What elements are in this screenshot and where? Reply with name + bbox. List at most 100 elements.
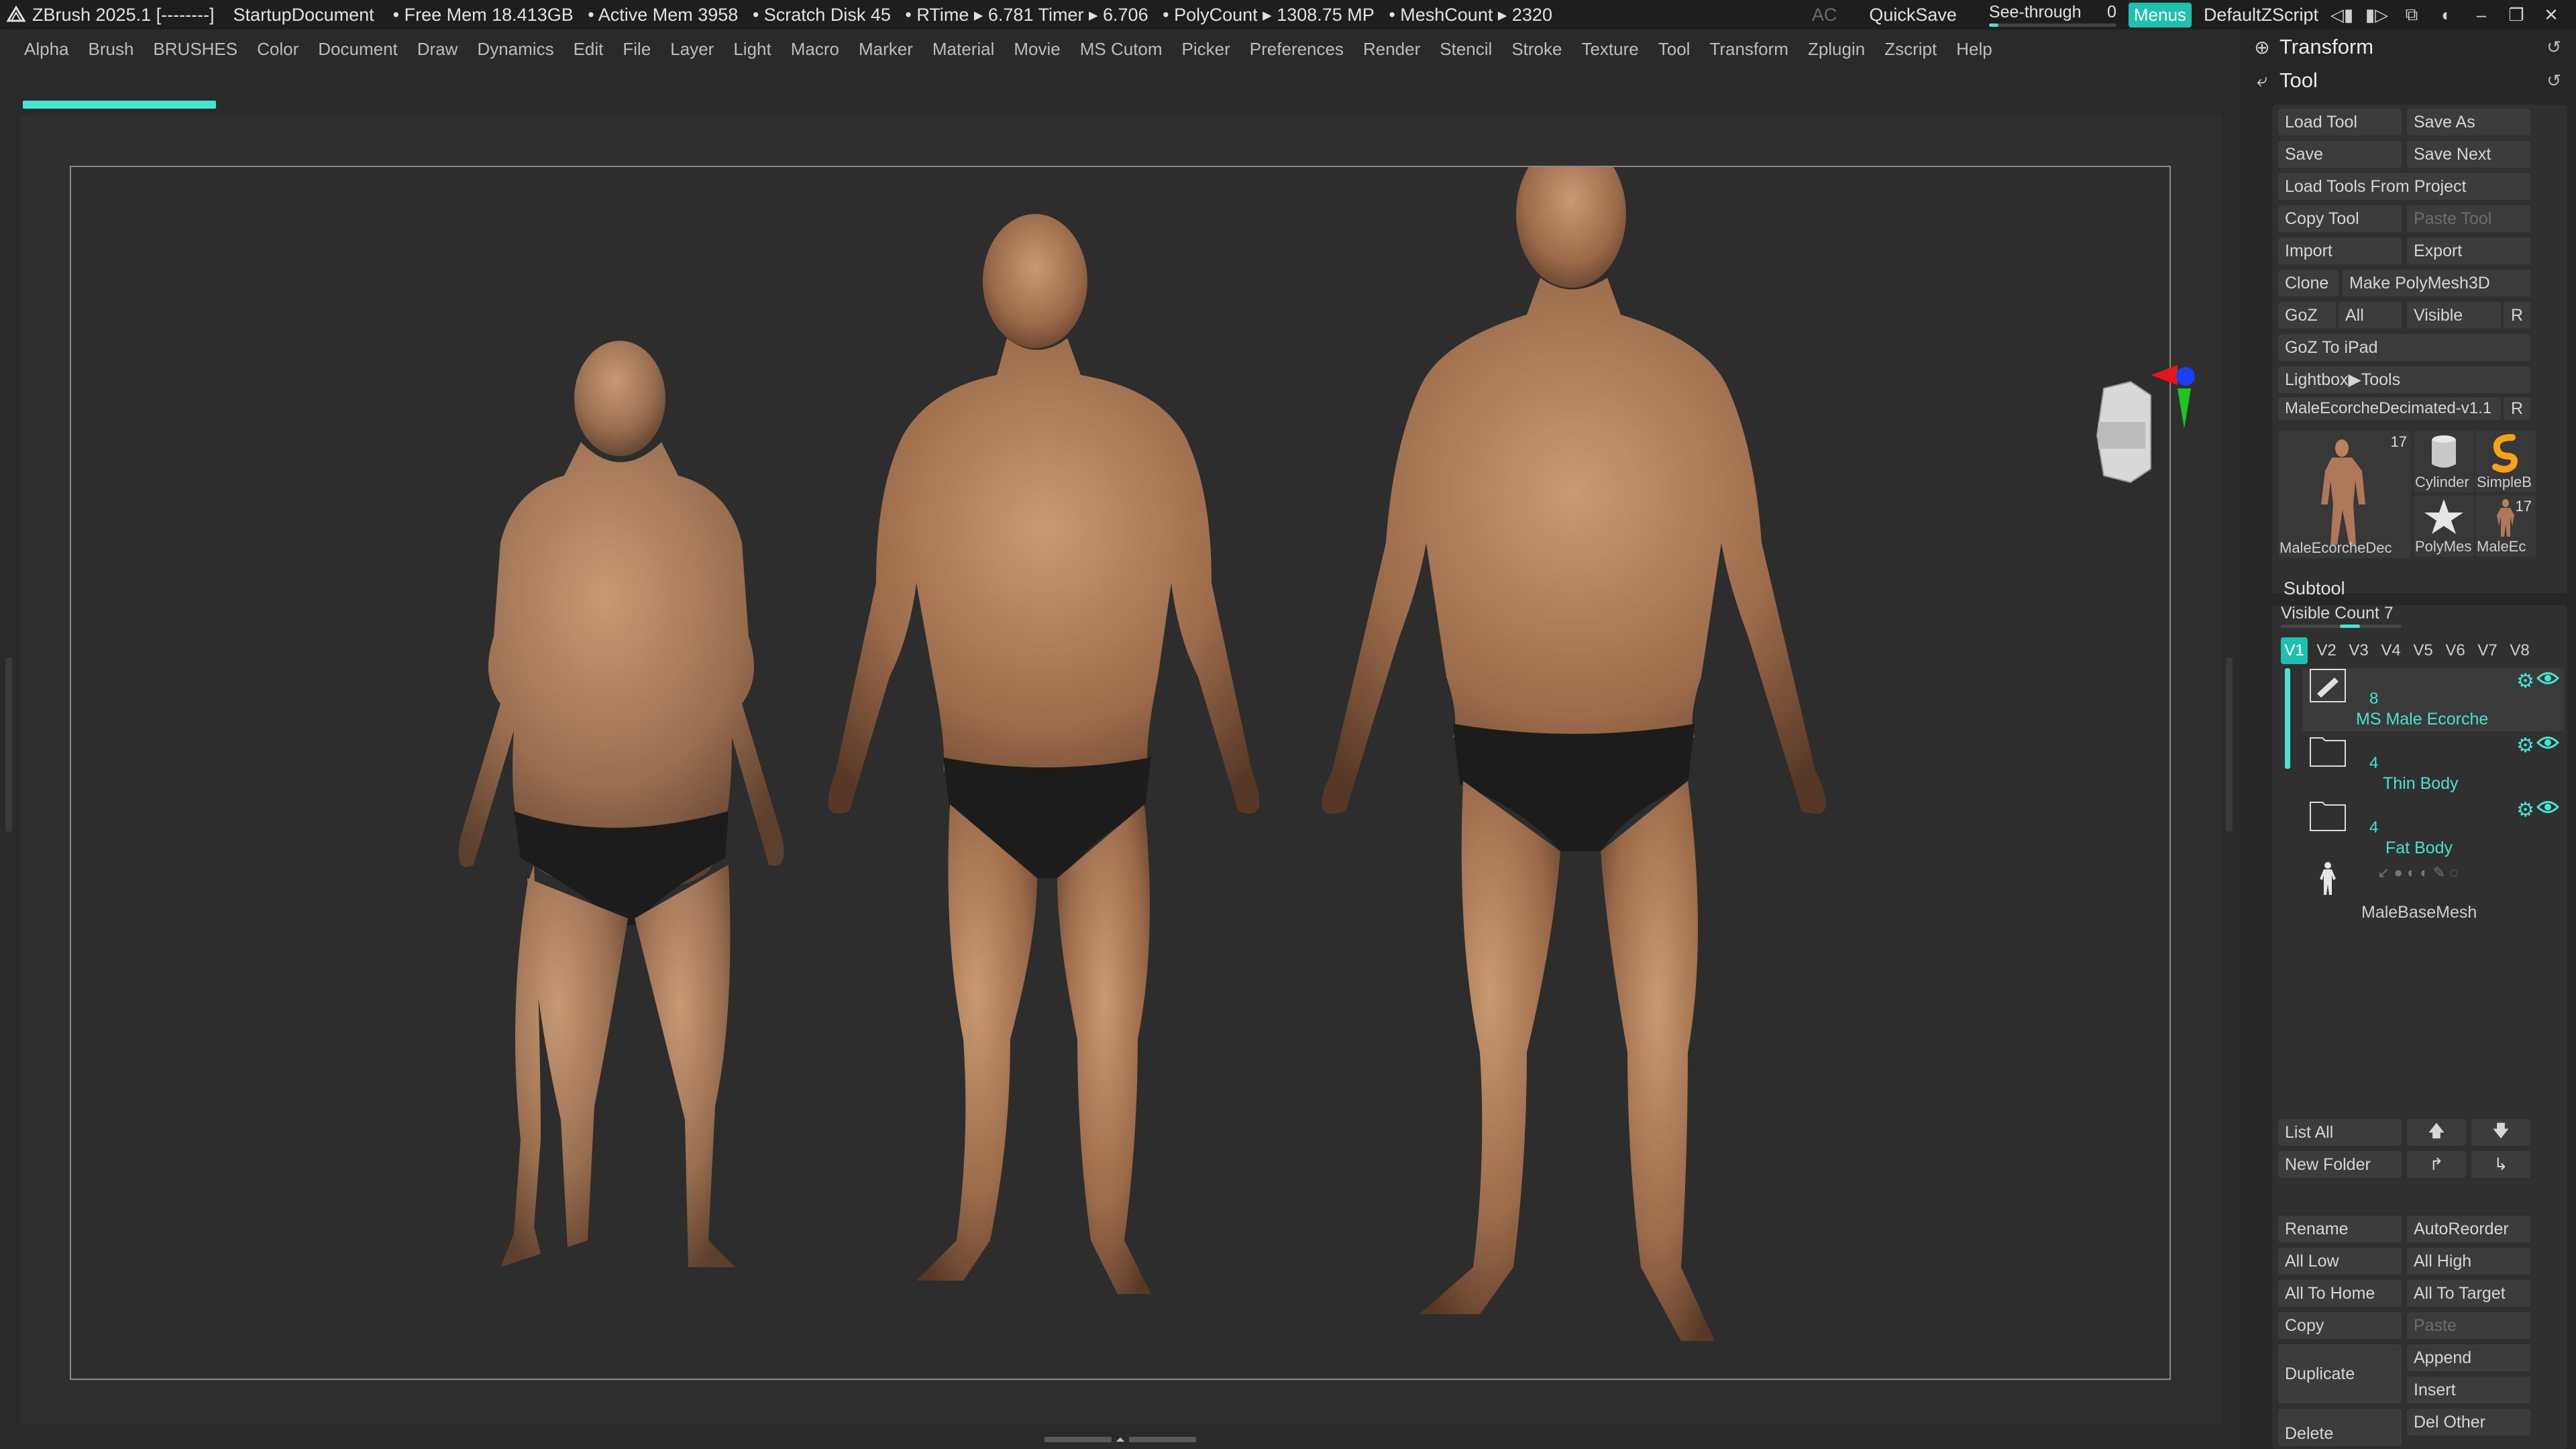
subtool-row-malebasemesh[interactable]: ↙ ● ◐ ◐ ✎ ◌ MaleBaseMesh <box>2302 861 2564 924</box>
quicksave-button[interactable]: QuickSave <box>1869 5 1957 25</box>
goz-to-ipad-button[interactable]: GoZ To iPad <box>2278 334 2530 361</box>
ac-toggle[interactable]: AC <box>1812 5 1837 25</box>
zbrush-logo-icon[interactable] <box>4 3 28 27</box>
menu-transform[interactable]: Transform <box>1709 39 1788 60</box>
load-tool-button[interactable]: Load Tool <box>2278 109 2402 136</box>
arrow-down-icon[interactable]: 🡇 <box>2471 1119 2530 1146</box>
menu-brushes[interactable]: BRUSHES <box>153 39 237 60</box>
menu-ms-cutom[interactable]: MS Cutom <box>1080 39 1163 60</box>
paste-tool-button[interactable]: Paste Tool <box>2407 205 2530 232</box>
tool-palette-header[interactable]: ⤶ Tool ↺ <box>2250 64 2565 97</box>
menu-render[interactable]: Render <box>1363 39 1420 60</box>
document-viewport[interactable] <box>70 166 2195 1380</box>
goz-r-button[interactable]: R <box>2504 302 2530 329</box>
tool-thumbnail-simpleb[interactable]: SimpleB <box>2475 431 2536 492</box>
subtool-title[interactable]: Subtool <box>2284 578 2345 599</box>
clone-button[interactable]: Clone <box>2278 270 2339 297</box>
menu-color[interactable]: Color <box>257 39 299 60</box>
list-all-button[interactable]: List All <box>2278 1119 2402 1146</box>
tool-thumbnail-cylinder[interactable]: Cylinder <box>2414 431 2474 492</box>
new-folder-button[interactable]: New Folder <box>2278 1151 2402 1178</box>
see-through-slider[interactable]: See-through 0 <box>1988 2 2116 28</box>
layout-left-icon[interactable]: ◁▮ <box>2330 5 2353 25</box>
menu-dynamics[interactable]: Dynamics <box>477 39 553 60</box>
menu-file[interactable]: File <box>623 39 651 60</box>
subtool-tab-v2[interactable]: V2 <box>2313 637 2340 664</box>
layout-right-icon[interactable]: ▮▷ <box>2365 5 2388 25</box>
tool-thumbnail-main[interactable]: 17 MaleEcorcheDec <box>2278 431 2411 558</box>
goz-button[interactable]: GoZ <box>2278 302 2336 329</box>
subtool-tab-v8[interactable]: V8 <box>2506 637 2533 664</box>
menu-document[interactable]: Document <box>318 39 398 60</box>
subtool-tab-v3[interactable]: V3 <box>2345 637 2372 664</box>
goz-all-button[interactable]: All <box>2339 302 2402 329</box>
color-palette-icon[interactable]: ◐ <box>2435 5 2458 25</box>
reset-icon[interactable]: ↺ <box>2546 70 2561 91</box>
duplicate-button[interactable]: Duplicate <box>2278 1344 2402 1403</box>
subtool-row-thin-body[interactable]: 4 Thin Body ⚙ <box>2302 733 2564 796</box>
load-tools-from-project-button[interactable]: Load Tools From Project <box>2278 173 2530 200</box>
menu-material[interactable]: Material <box>932 39 994 60</box>
tool-thumbnail-polymesh[interactable]: PolyMes <box>2414 495 2474 557</box>
menu-preferences[interactable]: Preferences <box>1250 39 1344 60</box>
subtool-tab-v5[interactable]: V5 <box>2410 637 2436 664</box>
autoreorder-button[interactable]: AutoReorder <box>2407 1216 2530 1242</box>
subtool-tab-v6[interactable]: V6 <box>2442 637 2469 664</box>
current-tool-r-button[interactable]: R <box>2504 397 2530 420</box>
lightbox-tools-button[interactable]: Lightbox▶Tools <box>2278 366 2530 393</box>
append-button[interactable]: Append <box>2407 1344 2530 1371</box>
menu-draw[interactable]: Draw <box>417 39 458 60</box>
default-zscript[interactable]: DefaultZScript <box>2204 5 2318 25</box>
current-tool-slider[interactable]: MaleEcorcheDecimated-v1.1 <box>2278 397 2501 420</box>
subtool-tab-v4[interactable]: V4 <box>2377 637 2404 664</box>
minimize-icon[interactable]: – <box>2470 5 2493 25</box>
menu-light[interactable]: Light <box>733 39 771 60</box>
transform-palette-header[interactable]: ⊕ Transform ↺ <box>2250 31 2565 63</box>
navigation-cube-icon[interactable] <box>2077 362 2251 536</box>
subtool-row-ms-male-ecorche[interactable]: 8 MS Male Ecorche ⚙ <box>2302 668 2564 731</box>
maximize-icon[interactable]: ❐ <box>2505 5 2528 25</box>
bottom-shelf-handle[interactable]: ⏶ <box>1033 1433 1208 1446</box>
del-other-button[interactable]: Del Other <box>2407 1409 2530 1436</box>
save-next-button[interactable]: Save Next <box>2407 141 2530 168</box>
menu-alpha[interactable]: Alpha <box>24 39 69 60</box>
all-to-target-button[interactable]: All To Target <box>2407 1280 2530 1307</box>
paste-button[interactable]: Paste <box>2407 1312 2530 1339</box>
eye-icon[interactable] <box>2536 733 2560 753</box>
copy-tool-button[interactable]: Copy Tool <box>2278 205 2402 232</box>
menu-zplugin[interactable]: Zplugin <box>1808 39 1865 60</box>
menu-texture[interactable]: Texture <box>1581 39 1638 60</box>
subtool-tab-v7[interactable]: V7 <box>2474 637 2501 664</box>
move-up-icon[interactable]: ↱ <box>2407 1151 2466 1178</box>
menu-zscript[interactable]: Zscript <box>1884 39 1937 60</box>
eye-icon[interactable] <box>2536 797 2560 817</box>
menu-tool[interactable]: Tool <box>1658 39 1690 60</box>
gear-icon[interactable]: ⚙ <box>2516 798 2534 822</box>
menu-stencil[interactable]: Stencil <box>1440 39 1492 60</box>
menu-marker[interactable]: Marker <box>859 39 913 60</box>
delete-button[interactable]: Delete <box>2278 1409 2402 1446</box>
menu-edit[interactable]: Edit <box>574 39 604 60</box>
save-as-button[interactable]: Save As <box>2407 109 2530 136</box>
menu-picker[interactable]: Picker <box>1182 39 1230 60</box>
rename-button[interactable]: Rename <box>2278 1216 2402 1242</box>
subtool-row-fat-body[interactable]: 4 Fat Body ⚙ <box>2302 797 2564 860</box>
export-button[interactable]: Export <box>2407 237 2530 264</box>
close-icon[interactable]: ✕ <box>2540 5 2563 25</box>
visible-count-slider[interactable]: Visible Count 7 <box>2281 604 2402 628</box>
gear-icon[interactable]: ⚙ <box>2516 669 2534 693</box>
menus-toggle[interactable]: Menus <box>2128 2 2192 28</box>
menu-help[interactable]: Help <box>1956 39 1992 60</box>
move-down-icon[interactable]: ↳ <box>2471 1151 2530 1178</box>
all-to-home-button[interactable]: All To Home <box>2278 1280 2402 1307</box>
import-button[interactable]: Import <box>2278 237 2402 264</box>
reset-icon[interactable]: ↺ <box>2546 37 2561 58</box>
tool-thumbnail-maleec[interactable]: 17 MaleEc <box>2475 495 2536 557</box>
copy-button[interactable]: Copy <box>2278 1312 2402 1339</box>
arrow-up-icon[interactable]: 🡅 <box>2407 1119 2466 1146</box>
menu-brush[interactable]: Brush <box>89 39 134 60</box>
make-polymesh3d-button[interactable]: Make PolyMesh3D <box>2343 270 2530 297</box>
insert-button[interactable]: Insert <box>2407 1377 2530 1403</box>
goz-visible-button[interactable]: Visible <box>2407 302 2501 329</box>
menu-movie[interactable]: Movie <box>1014 39 1060 60</box>
